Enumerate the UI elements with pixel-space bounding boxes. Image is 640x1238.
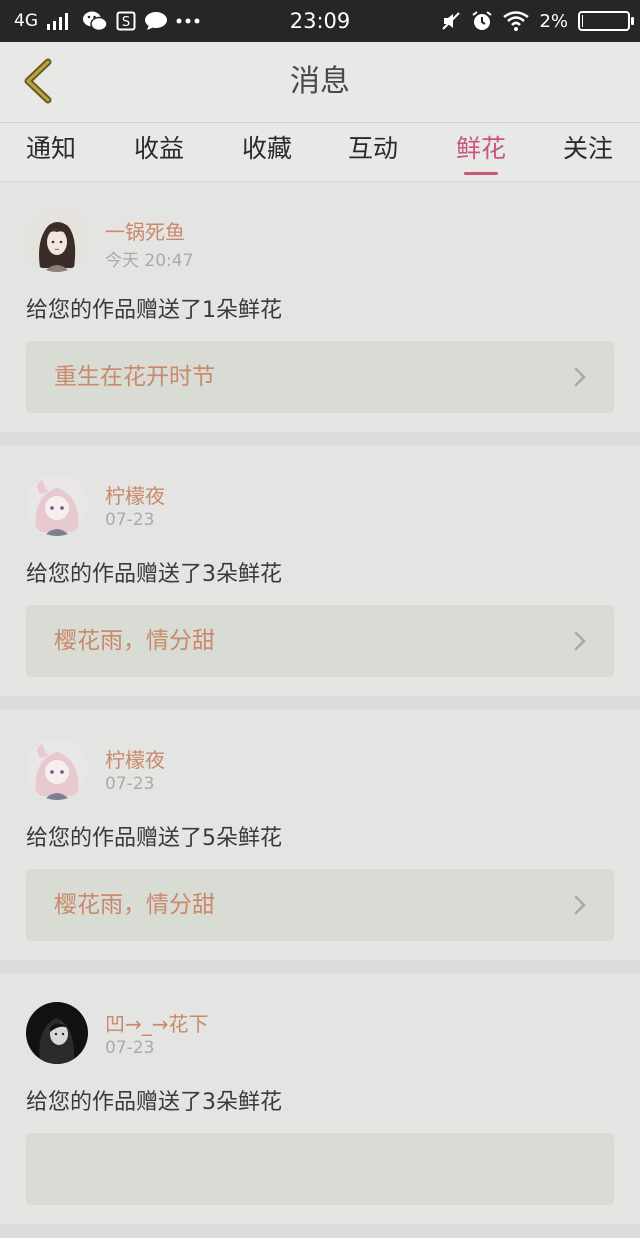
work-title: 樱花雨，情分甜 xyxy=(54,628,215,654)
sender-name[interactable]: 凹→_→花下 xyxy=(105,1008,209,1037)
battery-percent: 2% xyxy=(539,10,568,32)
mute-icon xyxy=(441,11,461,31)
message-time: 今天 20:47 xyxy=(105,251,194,271)
tab-notifications[interactable]: 通知 xyxy=(26,123,76,181)
work-title: 重生在花开时节 xyxy=(54,364,215,390)
battery-level xyxy=(582,15,583,27)
list-item: 凹→_→花下 07-23 给您的作品赠送了3朵鲜花 xyxy=(0,974,640,1238)
tab-label: 收益 xyxy=(133,134,185,163)
tab-bar: 通知 收益 收藏 互动 鲜花 关注 xyxy=(0,123,640,182)
work-link[interactable]: 樱花雨，情分甜 xyxy=(26,605,614,677)
alarm-icon xyxy=(471,10,493,32)
page-title: 消息 xyxy=(290,64,350,99)
tab-label: 收藏 xyxy=(241,134,293,163)
tab-label: 通知 xyxy=(25,134,77,163)
battery-icon xyxy=(578,11,634,31)
message-time: 07-23 xyxy=(105,774,155,794)
avatar[interactable] xyxy=(26,738,88,800)
work-link[interactable]: 重生在花开时节 xyxy=(26,341,614,413)
tab-label: 关注 xyxy=(562,134,614,163)
message-time: 07-23 xyxy=(105,510,155,530)
status-right: 2% xyxy=(441,0,634,42)
active-tab-indicator xyxy=(463,172,498,175)
tab-interactions[interactable]: 互动 xyxy=(348,123,398,181)
work-link[interactable]: 樱花雨，情分甜 xyxy=(26,869,614,941)
nav-header: 消息 xyxy=(0,42,640,123)
avatar[interactable] xyxy=(26,210,88,272)
wifi-icon xyxy=(503,11,530,31)
avatar[interactable] xyxy=(26,474,88,536)
list-item: 一锅死鱼 今天 20:47 给您的作品赠送了1朵鲜花 重生在花开时节 xyxy=(0,182,640,446)
message-text: 给您的作品赠送了1朵鲜花 xyxy=(26,298,282,323)
tab-label: 互动 xyxy=(347,134,399,163)
tab-earnings[interactable]: 收益 xyxy=(134,123,184,181)
avatar[interactable] xyxy=(26,1002,88,1064)
tab-following[interactable]: 关注 xyxy=(563,123,613,181)
message-time: 07-23 xyxy=(105,1038,155,1058)
chevron-right-icon xyxy=(574,631,586,651)
tab-label: 鲜花 xyxy=(455,134,507,163)
work-title: 樱花雨，情分甜 xyxy=(54,892,215,918)
chevron-right-icon xyxy=(574,367,586,387)
sender-name[interactable]: 柠檬夜 xyxy=(105,480,165,509)
tab-favorites[interactable]: 收藏 xyxy=(242,123,292,181)
message-text: 给您的作品赠送了3朵鲜花 xyxy=(26,562,282,587)
chevron-right-icon xyxy=(574,895,586,915)
message-text: 给您的作品赠送了3朵鲜花 xyxy=(26,1090,282,1115)
list-item: 柠檬夜 07-23 给您的作品赠送了3朵鲜花 樱花雨，情分甜 xyxy=(0,446,640,710)
message-text: 给您的作品赠送了5朵鲜花 xyxy=(26,826,282,851)
message-list: 一锅死鱼 今天 20:47 给您的作品赠送了1朵鲜花 重生在花开时节 柠檬夜 0… xyxy=(0,182,640,1238)
sender-name[interactable]: 柠檬夜 xyxy=(105,744,165,773)
sender-name[interactable]: 一锅死鱼 xyxy=(105,216,185,245)
tab-flowers[interactable]: 鲜花 xyxy=(456,123,506,181)
work-link[interactable] xyxy=(26,1133,614,1205)
list-item: 柠檬夜 07-23 给您的作品赠送了5朵鲜花 樱花雨，情分甜 xyxy=(0,710,640,974)
status-bar: 4G S 23:09 2% xyxy=(0,0,640,42)
